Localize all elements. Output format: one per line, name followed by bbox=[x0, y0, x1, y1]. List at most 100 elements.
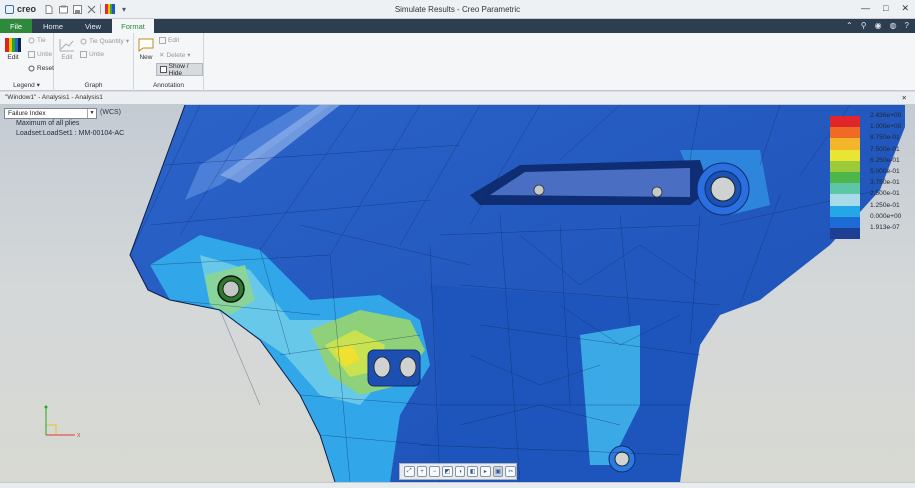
chevron-down-icon[interactable]: ▼ bbox=[87, 109, 96, 118]
slot-pin-left bbox=[533, 184, 545, 196]
display-style-icon[interactable]: ◑ bbox=[454, 466, 466, 477]
creo-logo-text: creo bbox=[17, 4, 37, 14]
legend-value: 5.000e-01 bbox=[870, 168, 900, 175]
annotation-new-button[interactable]: New bbox=[138, 38, 154, 61]
tab-file[interactable]: File bbox=[0, 19, 32, 33]
tie-quantity-icon bbox=[80, 38, 87, 44]
window-title: Simulate Results - Creo Parametric bbox=[394, 5, 521, 14]
legend-value: 1.913e-07 bbox=[870, 224, 900, 231]
spin-center-icon[interactable]: ▣ bbox=[492, 466, 504, 477]
settings-icon[interactable]: ◉ bbox=[875, 21, 882, 30]
tie-icon bbox=[28, 37, 35, 44]
graph-edit-icon bbox=[59, 39, 74, 52]
ribbon-tab-bar: File Home View Format ⌃ ⚲ ◉ ◍ ? bbox=[0, 19, 915, 33]
legend-swatch bbox=[830, 183, 860, 195]
result-quantity-select[interactable]: Failure Index ▼ bbox=[4, 108, 97, 119]
coordinate-triad: X bbox=[44, 405, 81, 439]
fringe-plot-model[interactable] bbox=[0, 105, 915, 482]
graph-edit-button[interactable]: Edit bbox=[59, 38, 75, 61]
annotation-display-icon[interactable]: ✂ bbox=[505, 466, 517, 477]
tab-view[interactable]: View bbox=[74, 19, 112, 33]
annotation-group-label: Annotation bbox=[152, 82, 185, 89]
graph-group: Edit Tie Quantity ▾ Untie Graph bbox=[54, 33, 134, 91]
boss-right-hole bbox=[710, 176, 736, 202]
zoom-out-icon[interactable]: − bbox=[429, 466, 441, 477]
show-hide-icon bbox=[160, 66, 167, 73]
legend-value: 2.436e+00 bbox=[870, 112, 902, 119]
legend-edit-icon bbox=[5, 38, 21, 52]
tie-quantity-dropdown-icon[interactable]: ▾ bbox=[126, 37, 129, 45]
show-hide-label: Show / Hide bbox=[168, 62, 189, 77]
collapse-ribbon-icon[interactable]: ⌃ bbox=[846, 21, 853, 30]
tab-home[interactable]: Home bbox=[32, 19, 74, 33]
graph-untie-button[interactable]: Untie bbox=[80, 51, 104, 58]
legend-value: 6.250e-01 bbox=[870, 156, 900, 164]
legend-value: 7.500e-01 bbox=[870, 145, 900, 153]
open-icon[interactable] bbox=[58, 4, 68, 14]
regenerate-icon[interactable] bbox=[105, 4, 116, 14]
result-info-line-2: Loadset:LoadSet1 : MM-00104-AC bbox=[16, 130, 125, 137]
legend-swatch bbox=[830, 149, 860, 161]
window-icon[interactable] bbox=[86, 4, 96, 14]
legend-group-label[interactable]: Legend ▾ bbox=[0, 81, 53, 89]
legend-swatch bbox=[830, 216, 860, 228]
status-bar bbox=[0, 482, 915, 488]
legend-group-text: Legend bbox=[13, 82, 35, 89]
legend-edit-button[interactable]: Edit bbox=[5, 38, 21, 61]
view-manager-icon[interactable]: ▸ bbox=[480, 466, 491, 477]
legend-swatch bbox=[830, 194, 860, 206]
legend-reset-label: Reset bbox=[37, 65, 54, 72]
legend-value: 8.750e-01 bbox=[870, 134, 900, 142]
annotation-edit-button[interactable]: Edit bbox=[159, 37, 179, 44]
legend-value: 3.750e-01 bbox=[870, 179, 900, 187]
creo-simulate-window: creo ▾ Simulate Results - Creo Parametri… bbox=[0, 0, 915, 488]
legend-group: Edit Tie Untie Reset Legend ▾ bbox=[0, 33, 54, 91]
tab-format[interactable]: Format bbox=[112, 19, 154, 33]
repaint-icon[interactable]: ◩ bbox=[442, 466, 453, 477]
graphics-viewport[interactable]: Failure Index ▼ (WCS) Maximum of all pli… bbox=[0, 105, 915, 482]
new-icon[interactable] bbox=[44, 4, 54, 14]
legend-swatch bbox=[830, 205, 860, 217]
twin-hole-right bbox=[399, 356, 417, 378]
close-button[interactable]: ✕ bbox=[901, 3, 909, 14]
graph-untie-label: Untie bbox=[89, 51, 105, 58]
graphics-toolbar: ⤢ + − ◩ ◑ ◧ ▸ ▣ ✂ bbox=[399, 463, 517, 480]
legend-swatch bbox=[830, 228, 860, 240]
ribbon-panel: Edit Tie Untie Reset Legend ▾ Edit Tie Q… bbox=[0, 33, 915, 91]
legend-tie-button[interactable]: Tie bbox=[28, 37, 46, 44]
help-icon[interactable]: ? bbox=[905, 21, 909, 30]
delete-dropdown-icon[interactable]: ▾ bbox=[187, 51, 190, 59]
new-annotation-icon bbox=[138, 38, 154, 52]
graph-untie-icon bbox=[80, 51, 87, 58]
maximize-button[interactable]: □ bbox=[883, 3, 888, 14]
graph-group-label: Graph bbox=[84, 82, 103, 89]
legend-reset-button[interactable]: Reset bbox=[28, 65, 54, 72]
legend-swatch bbox=[830, 138, 860, 150]
refit-icon[interactable]: ⤢ bbox=[404, 466, 415, 477]
tie-quantity-label: Tie Quantity bbox=[89, 37, 124, 45]
part-underside bbox=[420, 285, 720, 482]
save-icon[interactable] bbox=[72, 4, 82, 14]
reset-icon bbox=[28, 65, 35, 72]
delete-icon: ✕ bbox=[159, 52, 165, 59]
annotation-new-label: New bbox=[139, 54, 153, 61]
legend-swatch bbox=[830, 116, 860, 128]
tie-quantity-button[interactable]: Tie Quantity ▾ bbox=[80, 37, 129, 45]
untie-icon bbox=[28, 51, 35, 58]
result-info-line-1: Maximum of all plies bbox=[16, 120, 80, 127]
legend-tie-label: Tie bbox=[37, 37, 46, 44]
qat-separator bbox=[100, 4, 102, 14]
dropdown-icon[interactable]: ▾ bbox=[119, 4, 129, 14]
creo-logo-mark bbox=[5, 4, 14, 14]
annotation-delete-button[interactable]: ✕ Delete ▾ bbox=[159, 51, 191, 60]
graphics-window-close-icon[interactable]: ✕ bbox=[902, 94, 907, 102]
show-hide-button[interactable]: Show / Hide bbox=[156, 62, 203, 77]
legend-untie-button[interactable]: Untie bbox=[28, 51, 52, 58]
graphics-window-strip: "Window1" - Analysis1 - Analysis1 ✕ bbox=[0, 92, 915, 105]
community-icon[interactable]: ◍ bbox=[890, 21, 897, 30]
legend-swatch bbox=[830, 172, 860, 184]
zoom-in-icon[interactable]: + bbox=[416, 466, 428, 477]
search-icon[interactable]: ⚲ bbox=[861, 21, 867, 30]
saved-view-icon[interactable]: ◧ bbox=[467, 466, 479, 477]
minimize-button[interactable]: — bbox=[861, 3, 870, 14]
